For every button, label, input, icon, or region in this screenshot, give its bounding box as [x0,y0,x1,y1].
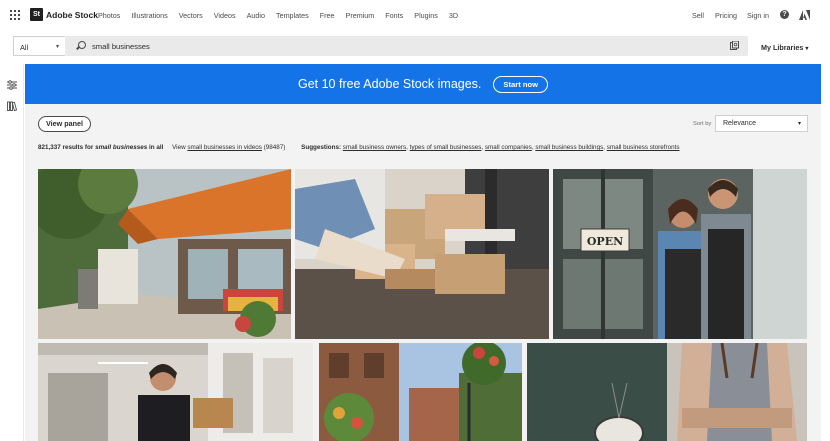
left-rail [0,64,24,441]
nav-templates[interactable]: Templates [276,11,309,20]
my-libraries-button[interactable]: My Libraries ▾ [761,43,808,52]
result-image-storefront-street[interactable] [38,169,291,339]
open-sign-text: OPEN [587,235,623,248]
adobe-stock-logo-text[interactable]: Adobe Stock [46,10,98,20]
libraries-icon[interactable] [7,101,17,111]
nav-photos[interactable]: Photos [98,11,120,20]
filter-icon[interactable] [7,80,17,90]
sell-link[interactable]: Sell [692,11,704,20]
search-query: small businesses [92,42,150,51]
search-icon [78,41,86,49]
view-prefix: View [172,144,186,151]
result-image-workshop-owner[interactable] [38,343,313,441]
adobe-logo-icon[interactable] [799,10,810,20]
sign-in-link[interactable]: Sign in [747,11,769,20]
suggestions-label: Suggestions: [301,144,342,151]
adobe-stock-logo-badge[interactable]: St [30,8,43,21]
result-image-business-owners-open[interactable]: OPEN [553,169,807,339]
nav-illustrations[interactable]: Illustrations [131,11,167,20]
result-image-apron-woman[interactable] [527,343,807,441]
suggestion-link[interactable]: types of small businesses [410,144,482,151]
nav-vectors[interactable]: Vectors [179,11,203,20]
results-count: 821,337 results for [38,144,94,151]
promo-banner: Get 10 free Adobe Stock images. Start no… [25,64,821,104]
video-results-link[interactable]: small businesses in videos [187,144,262,151]
chevron-down-icon: ▾ [805,46,809,52]
result-image-packing-boxes[interactable] [295,169,549,339]
category-select-value: All [20,43,29,52]
nav-videos[interactable]: Videos [214,11,236,20]
sort-select-value: Relevance [723,120,757,127]
banner-text: Get 10 free Adobe Stock images. [297,77,482,91]
suggestion-link[interactable]: small business owners [343,144,406,151]
results-summary: 821,337 results for small businesses in … [38,144,680,151]
search-input[interactable]: small businesses [65,36,748,56]
search-row: All ▾ small businesses My Libraries ▾ [0,33,830,61]
help-icon[interactable]: ? [780,10,789,19]
video-count: (98487) [263,144,286,151]
visual-search-icon[interactable] [730,41,739,50]
nav-3d[interactable]: 3D [449,11,458,20]
chevron-down-icon: ▾ [797,121,801,127]
start-now-button[interactable]: Start now [493,75,549,93]
suggestion-link[interactable]: small companies [485,144,532,151]
pricing-link[interactable]: Pricing [715,11,737,20]
nav-premium[interactable]: Premium [346,11,375,20]
sort-by-label: Sort by [693,121,712,127]
nav-free[interactable]: Free [320,11,335,20]
results-query: small businesses [95,144,148,151]
nav-fonts[interactable]: Fonts [385,11,403,20]
my-libraries-label: My Libraries [761,43,804,52]
view-panel-button[interactable]: View panel [38,116,91,132]
results-area: View panel Sort by Relevance ▾ 821,337 r… [25,104,821,441]
results-scope: in all [148,144,164,151]
app-grid-icon[interactable] [10,10,20,20]
top-navigation: St Adobe Stock Photos Illustrations Vect… [0,0,830,31]
nav-links: Photos Illustrations Vectors Videos Audi… [98,11,469,20]
suggestion-link[interactable]: small business buildings [535,144,603,151]
category-select[interactable]: All ▾ [13,36,65,56]
sort-select[interactable]: Relevance ▾ [715,115,808,132]
suggestion-link[interactable]: small business storefronts [607,144,680,151]
result-image-flower-street[interactable] [319,343,522,441]
nav-audio[interactable]: Audio [247,11,265,20]
chevron-down-icon: ▾ [55,44,59,50]
nav-plugins[interactable]: Plugins [414,11,438,20]
